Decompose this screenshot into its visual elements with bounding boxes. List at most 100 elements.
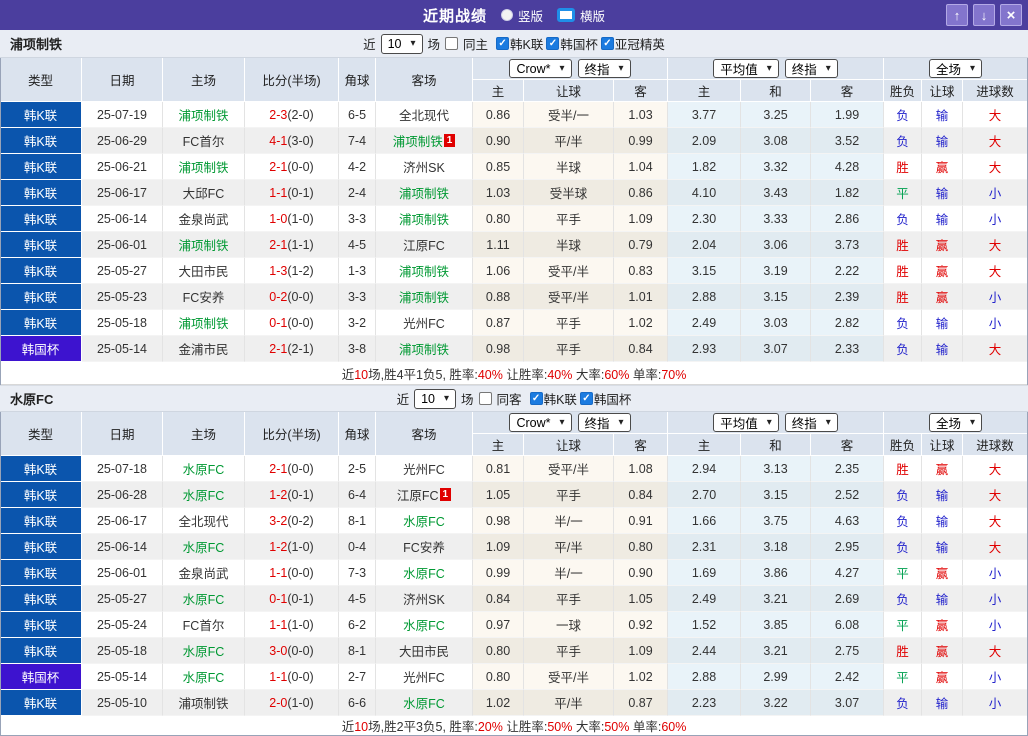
odds-source-select[interactable]: Crow* ▾ bbox=[509, 413, 572, 432]
league-checkbox[interactable]: ✓ bbox=[496, 37, 510, 50]
result-outcome: 胜 bbox=[884, 284, 923, 310]
home-team: 大田市民 bbox=[163, 258, 245, 284]
result-outcome: 胜 bbox=[884, 232, 923, 258]
score-halftime: (3-0) bbox=[287, 133, 314, 148]
team-name-text: 大田市民 bbox=[178, 265, 229, 279]
match-row: 韩K联 25-05-18 水原FC 3-0(0-0) 8-1 大田市民 0.80 平手 1.09… bbox=[0, 638, 1028, 664]
chevron-down-icon: ▾ bbox=[970, 417, 976, 428]
handicap-outcome: 赢 bbox=[922, 638, 964, 664]
col-avg-away: 客 bbox=[811, 434, 885, 456]
recent-results-window: 近期战绩 竖版 横版 ↑ ↓ × 浦项制铁 近 10 ▾ 场 同主 ✓ 韩K联 … bbox=[0, 0, 1028, 736]
select-value: 终指 bbox=[584, 417, 610, 431]
team-name-text: 浦项制铁 bbox=[398, 291, 449, 305]
league-checkbox-label: 韩国杯 bbox=[560, 38, 598, 52]
avg-draw: 3.33 bbox=[741, 206, 812, 232]
away-team: 全北现代 bbox=[376, 102, 473, 128]
move-down-button[interactable]: ↓ bbox=[973, 4, 995, 26]
avg-away: 2.22 bbox=[811, 258, 885, 284]
odds-handicap: 半/一 bbox=[524, 508, 614, 534]
summary-text: 近 bbox=[341, 367, 355, 382]
avg-home: 1.69 bbox=[668, 560, 742, 586]
summary-text: 40% bbox=[477, 367, 503, 382]
match-count-select[interactable]: 10 ▾ bbox=[414, 388, 457, 409]
radio-icon[interactable] bbox=[500, 9, 513, 21]
avg-home: 2.93 bbox=[668, 336, 742, 362]
league-checkbox[interactable]: ✓ bbox=[579, 392, 593, 405]
layout-vertical-option[interactable]: 竖版 bbox=[500, 6, 543, 25]
league-checkbox[interactable]: ✓ bbox=[529, 392, 543, 405]
close-button[interactable]: × bbox=[1000, 4, 1022, 26]
avg-home: 2.44 bbox=[668, 638, 742, 664]
odds-group-header: Crow* ▾ 终指 ▾ bbox=[473, 412, 669, 434]
col-odds-handicap: 让球 bbox=[524, 434, 614, 456]
score-fulltime: 1-1 bbox=[269, 617, 288, 632]
odds-home: 1.05 bbox=[473, 482, 524, 508]
team-name-text: 水原FC bbox=[403, 697, 445, 711]
average-select[interactable]: 平均值 ▾ bbox=[713, 59, 779, 78]
odds-away: 0.84 bbox=[614, 336, 669, 362]
score-fulltime: 1-1 bbox=[269, 185, 288, 200]
score-fulltime: 2-1 bbox=[269, 461, 288, 476]
corner-score: 6-2 bbox=[339, 612, 376, 638]
average-time-select[interactable]: 终指 ▾ bbox=[784, 413, 838, 432]
match-count-select[interactable]: 10 ▾ bbox=[380, 33, 423, 54]
move-up-button[interactable]: ↑ bbox=[946, 4, 968, 26]
team-name-text: 浦项制铁 bbox=[398, 213, 449, 227]
col-type: 类型 bbox=[0, 412, 82, 456]
corner-score: 6-6 bbox=[339, 690, 376, 716]
home-team: 水原FC bbox=[163, 664, 245, 690]
match-date: 25-05-14 bbox=[82, 336, 163, 362]
match-date: 25-07-18 bbox=[82, 456, 163, 482]
red-card-badge: 1 bbox=[443, 134, 456, 147]
odds-home: 0.80 bbox=[473, 206, 524, 232]
league-checkbox[interactable]: ✓ bbox=[600, 37, 614, 50]
result-outcome: 负 bbox=[884, 690, 923, 716]
col-date: 日期 bbox=[82, 58, 163, 102]
match-score: 1-1(0-1) bbox=[245, 180, 339, 206]
scope-select[interactable]: 全场 ▾ bbox=[929, 413, 983, 432]
scope-select[interactable]: 全场 ▾ bbox=[929, 59, 983, 78]
select-value: 全场 bbox=[936, 63, 962, 77]
radio-selected-icon[interactable] bbox=[557, 8, 575, 22]
same-venue-checkbox[interactable] bbox=[478, 392, 492, 405]
avg-away: 1.82 bbox=[811, 180, 885, 206]
match-date: 25-06-29 bbox=[82, 128, 163, 154]
result-outcome: 负 bbox=[884, 336, 923, 362]
odds-time-select[interactable]: 终指 ▾ bbox=[577, 413, 631, 432]
away-team: 水原FC bbox=[376, 612, 473, 638]
odds-source-select[interactable]: Crow* ▾ bbox=[509, 59, 572, 78]
goals-outcome: 小 bbox=[963, 586, 1028, 612]
odds-away: 0.80 bbox=[614, 534, 669, 560]
corner-score: 8-1 bbox=[339, 508, 376, 534]
match-date: 25-06-01 bbox=[82, 232, 163, 258]
average-select[interactable]: 平均值 ▾ bbox=[713, 413, 779, 432]
away-team: 浦项制铁 bbox=[376, 206, 473, 232]
match-date: 25-05-23 bbox=[82, 284, 163, 310]
average-time-select[interactable]: 终指 ▾ bbox=[784, 59, 838, 78]
chevron-down-icon: ▾ bbox=[825, 417, 831, 428]
away-team: 济州SK bbox=[376, 154, 473, 180]
handicap-outcome: 赢 bbox=[922, 664, 964, 690]
avg-away: 4.28 bbox=[811, 154, 885, 180]
match-type-badge: 韩K联 bbox=[0, 534, 82, 560]
avg-away: 4.27 bbox=[811, 560, 885, 586]
arrow-up-icon: ↑ bbox=[953, 7, 961, 23]
result-outcome: 负 bbox=[884, 534, 923, 560]
league-checkbox[interactable]: ✓ bbox=[546, 37, 560, 50]
result-outcome: 胜 bbox=[884, 258, 923, 284]
league-filters: ✓ 韩K联 ✓ 韩国杯 bbox=[527, 389, 631, 408]
result-outcome: 负 bbox=[884, 586, 923, 612]
odds-away: 0.79 bbox=[614, 232, 669, 258]
avg-away: 3.52 bbox=[811, 128, 885, 154]
layout-horizontal-option[interactable]: 横版 bbox=[557, 6, 605, 25]
team-name-text: 光州FC bbox=[403, 671, 445, 685]
team-name-text: 水原FC bbox=[182, 541, 225, 555]
goals-outcome: 小 bbox=[963, 284, 1028, 310]
home-team: 全北现代 bbox=[163, 508, 245, 534]
same-venue-checkbox[interactable] bbox=[445, 37, 459, 50]
score-halftime: (2-0) bbox=[287, 107, 314, 122]
filter-row: 浦项制铁 近 10 ▾ 场 同主 ✓ 韩K联 ✓ 韩国杯 ✓ 亚冠精英 bbox=[0, 30, 1028, 58]
odds-time-select[interactable]: 终指 ▾ bbox=[577, 59, 631, 78]
col-goals: 进球数 bbox=[963, 434, 1028, 456]
avg-away: 2.86 bbox=[811, 206, 885, 232]
